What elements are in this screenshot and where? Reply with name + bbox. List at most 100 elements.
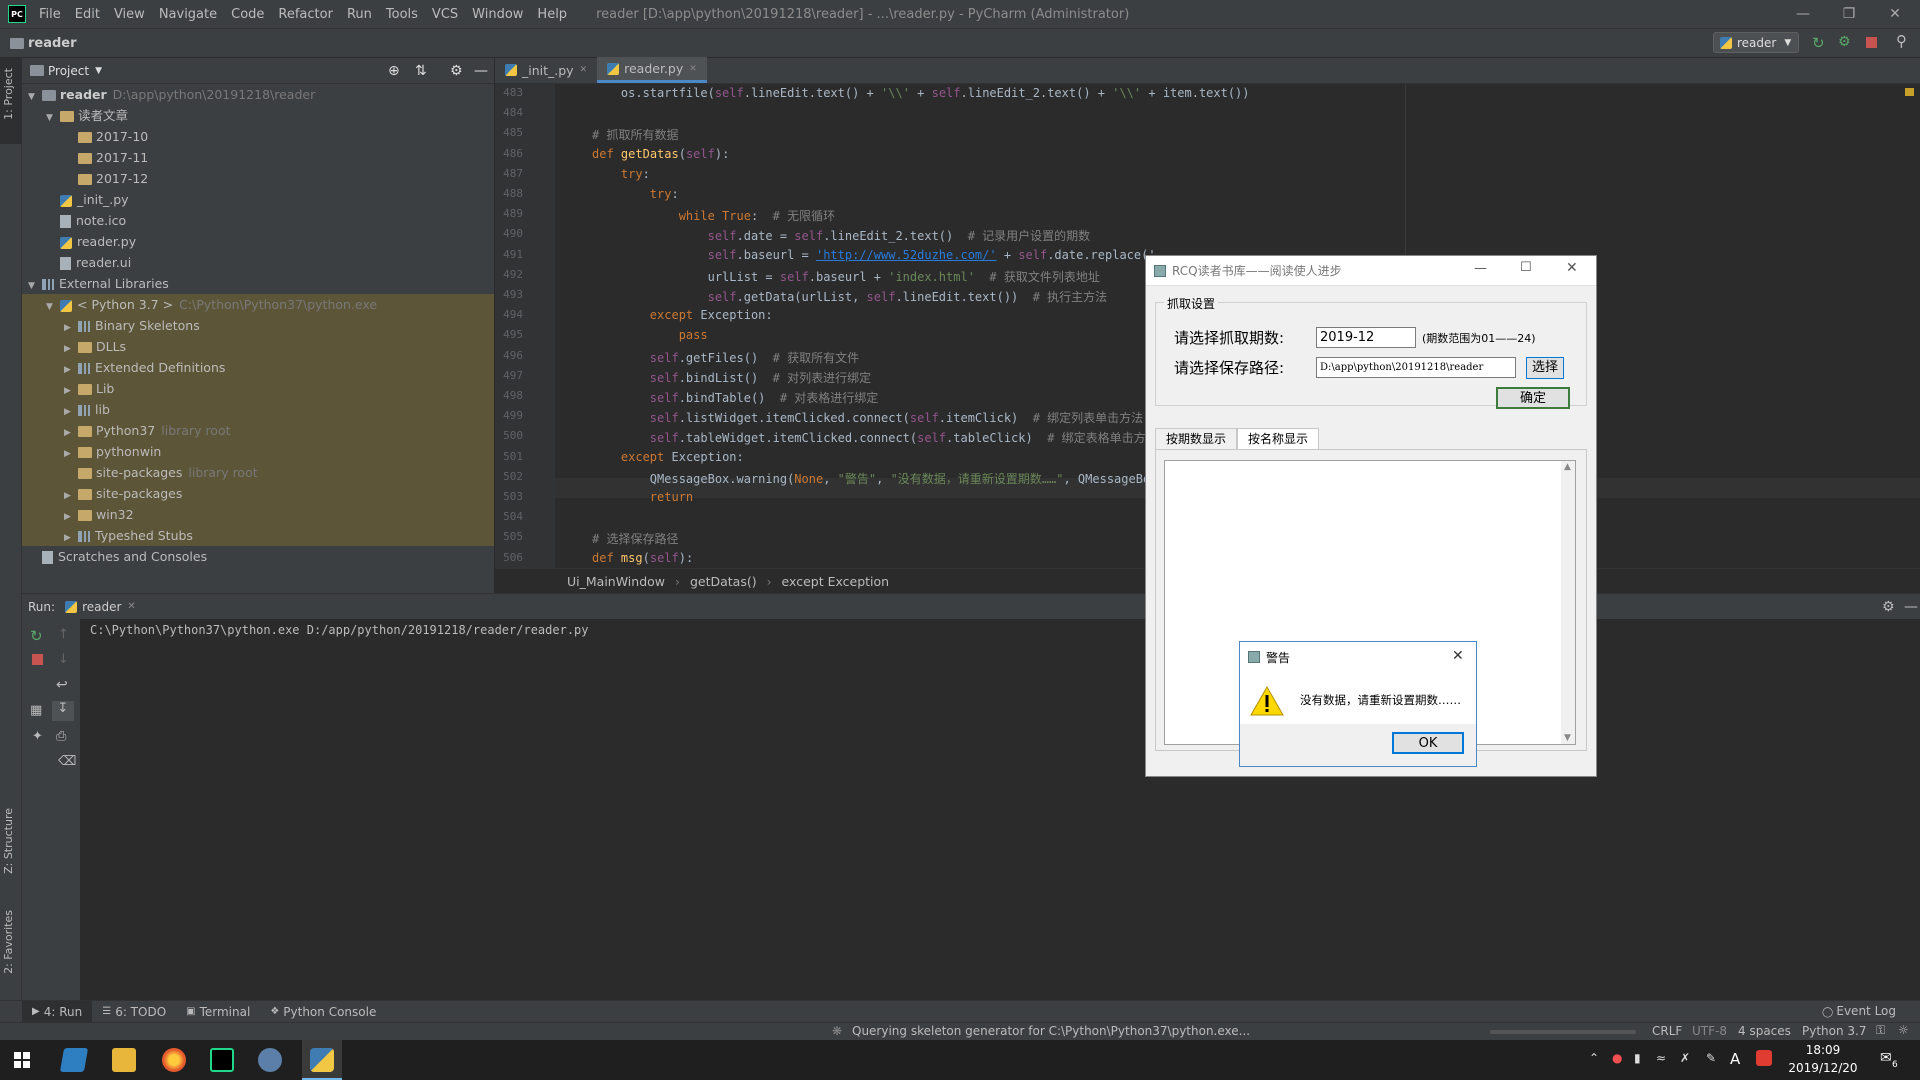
- run-console[interactable]: C:\Python\Python37\python.exe D:/app/pyt…: [80, 619, 1920, 1000]
- menu-file[interactable]: File: [32, 7, 68, 22]
- project-header-label[interactable]: Project: [48, 64, 89, 78]
- menu-code[interactable]: Code: [224, 7, 271, 22]
- period-input[interactable]: 2019-12: [1316, 327, 1416, 348]
- locate-icon[interactable]: ⊕: [388, 63, 400, 79]
- gear-icon[interactable]: ⚙: [450, 63, 463, 79]
- sogou-icon[interactable]: [1756, 1050, 1772, 1066]
- menu-refactor[interactable]: Refactor: [271, 7, 340, 22]
- view-tab-1[interactable]: 按期数显示: [1155, 428, 1238, 450]
- stop-icon[interactable]: [1866, 37, 1877, 48]
- tree-item[interactable]: ▶ Typeshed Stubs: [22, 525, 494, 546]
- close-icon[interactable]: ✕: [580, 65, 588, 75]
- maximize-button[interactable]: ❐: [1826, 0, 1872, 28]
- menu-run[interactable]: Run: [340, 7, 379, 22]
- close-button[interactable]: ✕: [1452, 648, 1464, 664]
- inspector-icon[interactable]: ☼: [1898, 1023, 1909, 1037]
- soft-wrap-icon[interactable]: ↩: [56, 677, 68, 693]
- warning-ok-button[interactable]: OK: [1392, 732, 1464, 754]
- file-encoding[interactable]: UTF-8: [1692, 1024, 1727, 1038]
- tree-item[interactable]: ▶ DLLs: [22, 336, 494, 357]
- project-tool-tab[interactable]: 1: Project: [2, 68, 15, 120]
- run-tab-reader[interactable]: reader: [82, 600, 121, 614]
- windows-start-icon[interactable]: [14, 1052, 30, 1068]
- menu-navigate[interactable]: Navigate: [152, 7, 224, 22]
- indent-setting[interactable]: 4 spaces: [1738, 1024, 1791, 1038]
- tree-item[interactable]: 2017-10: [22, 126, 494, 147]
- editor-tab-readerpy[interactable]: reader.py ✕: [597, 57, 707, 83]
- chevron-down-icon[interactable]: ▼: [95, 66, 102, 76]
- hide-panel-icon[interactable]: —: [1904, 599, 1918, 615]
- tree-item[interactable]: Scratches and Consoles: [22, 546, 494, 567]
- menu-vcs[interactable]: VCS: [425, 7, 465, 22]
- project-name[interactable]: reader: [28, 36, 77, 51]
- menu-edit[interactable]: Edit: [68, 7, 107, 22]
- search-icon[interactable]: ⚲: [1896, 32, 1907, 50]
- breadcrumb-item[interactable]: getDatas(): [690, 574, 757, 589]
- tree-item[interactable]: note.ico: [22, 210, 494, 231]
- wifi-icon[interactable]: ≈: [1656, 1051, 1666, 1065]
- notification-icon[interactable]: ✉: [1880, 1050, 1892, 1066]
- layout-icon[interactable]: ▦: [30, 703, 42, 718]
- collapse-icon[interactable]: ⇅: [415, 63, 427, 79]
- interpreter[interactable]: Python 3.7: [1802, 1024, 1867, 1038]
- menu-window[interactable]: Window: [465, 7, 530, 22]
- maximize-button[interactable]: ☐: [1520, 260, 1532, 275]
- volume-muted-icon[interactable]: ✗: [1680, 1051, 1690, 1065]
- close-button[interactable]: ✕: [1872, 0, 1918, 28]
- rerun-icon[interactable]: ↻: [1812, 34, 1825, 52]
- bottom-tab-run[interactable]: ▶ 4: Run: [22, 1000, 93, 1023]
- close-button[interactable]: ✕: [1566, 260, 1578, 276]
- rerun-icon[interactable]: ↻: [30, 627, 43, 645]
- tree-item[interactable]: 2017-11: [22, 147, 494, 168]
- lock-icon[interactable]: ⚿: [1876, 1023, 1885, 1038]
- line-separator[interactable]: CRLF: [1652, 1024, 1682, 1038]
- tree-item[interactable]: 2017-12: [22, 168, 494, 189]
- clock-date[interactable]: 2019/12/20: [1788, 1061, 1858, 1075]
- path-input[interactable]: D:\app\python\20191218\reader: [1316, 357, 1516, 378]
- warning-marker[interactable]: [1905, 88, 1914, 96]
- menu-view[interactable]: View: [107, 7, 152, 22]
- tree-item[interactable]: ▼ External Libraries: [22, 273, 494, 294]
- qq-icon[interactable]: ●: [1612, 1051, 1622, 1065]
- chevron-up-icon[interactable]: ⌃: [1589, 1051, 1599, 1065]
- trash-icon[interactable]: ⌫: [58, 754, 76, 769]
- gear-icon[interactable]: ⚙: [1882, 599, 1895, 615]
- notepad-icon[interactable]: [59, 1048, 89, 1072]
- structure-tool-tab[interactable]: Z: Structure: [2, 808, 15, 874]
- favorites-tool-tab[interactable]: 2: Favorites: [2, 910, 15, 974]
- confirm-button[interactable]: 确定: [1496, 387, 1570, 409]
- tree-item[interactable]: ▼ reader D:\app\python\20191218\reader: [22, 84, 494, 105]
- scroll-down-icon[interactable]: ▼: [1564, 733, 1571, 743]
- bottom-tab-terminal[interactable]: ▣ Terminal: [176, 1001, 260, 1023]
- bottom-tab-pythonconsole[interactable]: ❖ Python Console: [260, 1001, 386, 1023]
- bottom-tab-todo[interactable]: ☰ 6: TODO: [92, 1001, 176, 1023]
- menu-help[interactable]: Help: [530, 7, 574, 22]
- pen-icon[interactable]: ✎: [1706, 1051, 1716, 1065]
- battery-icon[interactable]: ▮: [1634, 1051, 1641, 1065]
- firefox-icon[interactable]: [162, 1048, 186, 1072]
- tree-item[interactable]: ▶ win32: [22, 504, 494, 525]
- breadcrumb-item[interactable]: Ui_MainWindow: [567, 574, 665, 589]
- tree-item[interactable]: ▼ < Python 3.7 > C:\Python\Python37\python…: [22, 294, 494, 315]
- menu-tools[interactable]: Tools: [379, 7, 425, 22]
- tree-item[interactable]: reader.py: [22, 231, 494, 252]
- run-config-select[interactable]: reader ▼: [1713, 32, 1799, 53]
- python-app-taskbar-button[interactable]: [302, 1040, 342, 1080]
- clock-time[interactable]: 18:09: [1796, 1043, 1850, 1057]
- pin-icon[interactable]: ✦: [32, 729, 43, 744]
- view-tab-2[interactable]: 按名称显示: [1237, 428, 1320, 450]
- minimize-button[interactable]: —: [1780, 0, 1826, 28]
- stop-icon[interactable]: [32, 654, 43, 665]
- tree-item[interactable]: site-packages library root: [22, 462, 494, 483]
- event-log-tab[interactable]: ◯ Event Log: [1822, 1004, 1896, 1018]
- scrollbar[interactable]: ▲ ▼: [1561, 461, 1575, 744]
- arrow-down-icon[interactable]: ↓: [58, 652, 69, 667]
- breadcrumb-item[interactable]: except Exception: [782, 574, 890, 589]
- tree-item[interactable]: ▶ Lib: [22, 378, 494, 399]
- minimize-button[interactable]: —: [1474, 261, 1487, 276]
- tree-item[interactable]: reader.ui: [22, 252, 494, 273]
- file-explorer-icon[interactable]: [112, 1048, 136, 1072]
- tree-item[interactable]: _init_.py: [22, 189, 494, 210]
- tree-item[interactable]: ▶ pythonwin: [22, 441, 494, 462]
- tree-item[interactable]: ▶ Python37 library root: [22, 420, 494, 441]
